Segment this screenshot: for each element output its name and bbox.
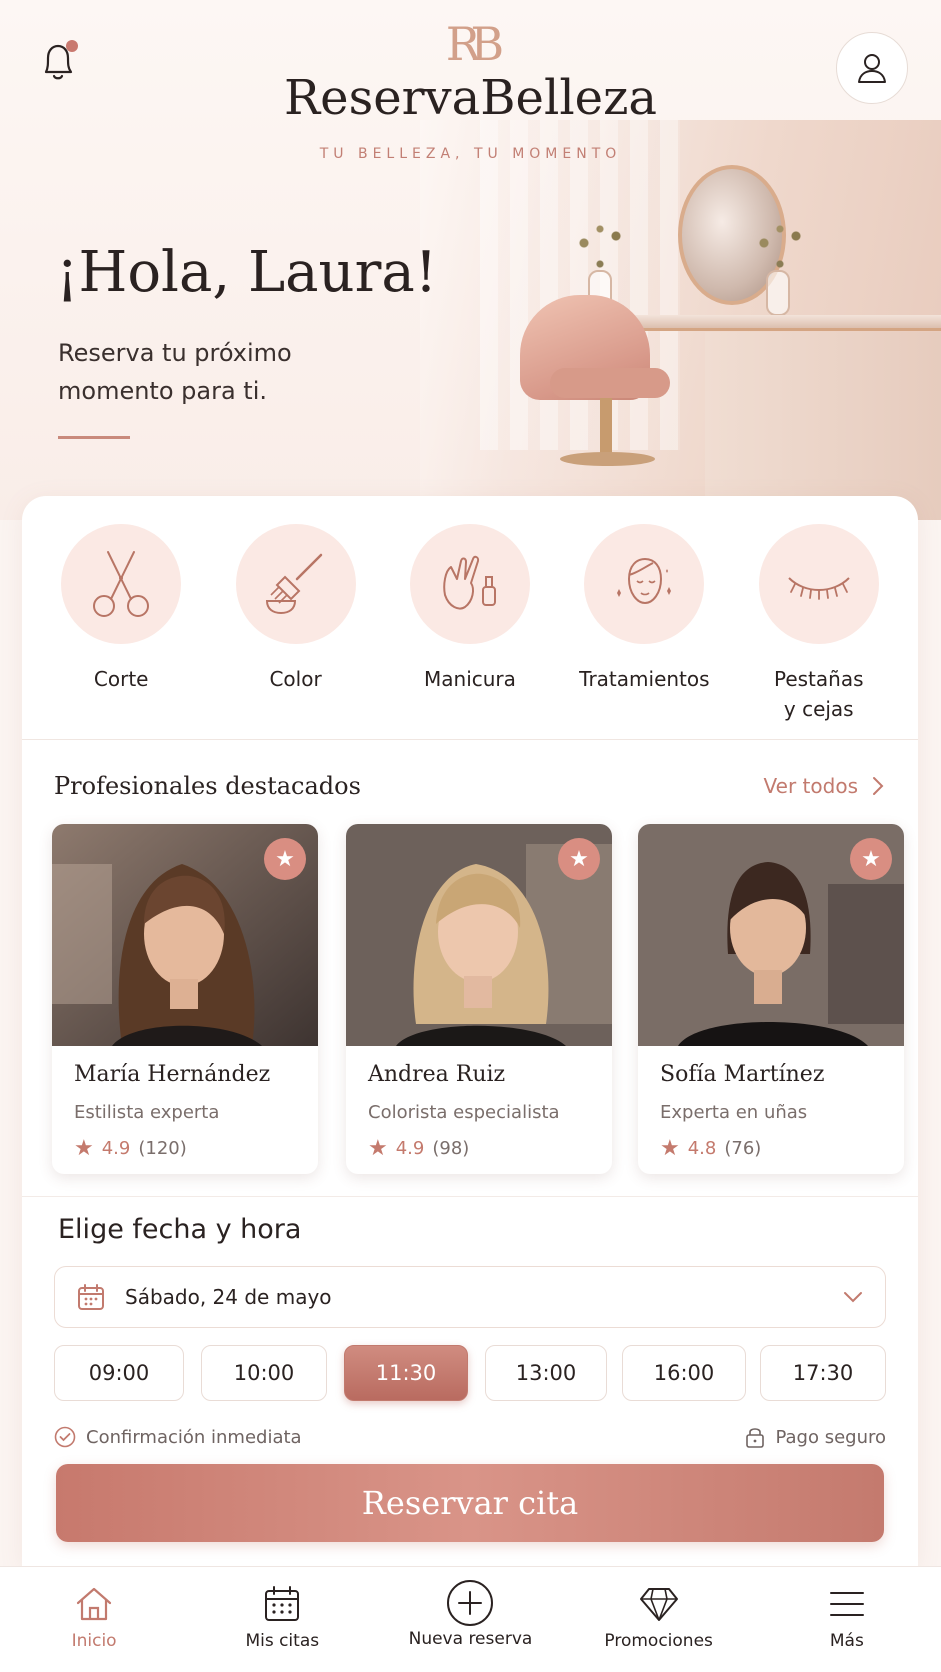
face-treatment-icon xyxy=(617,557,672,605)
instant-confirmation: Confirmación inmediata xyxy=(54,1426,302,1448)
user-icon xyxy=(858,54,886,83)
date-value: Sábado, 24 de mayo xyxy=(125,1285,332,1309)
calendar-icon xyxy=(265,1586,300,1621)
professional-card[interactable]: ★ María Hernández Estilista experta ★ 4.… xyxy=(52,824,318,1174)
scissors-icon xyxy=(93,551,150,617)
nav-nueva-reserva[interactable]: Nueva reserva xyxy=(390,1580,550,1672)
see-all-link[interactable]: Ver todos xyxy=(764,774,884,798)
plus-circle-icon xyxy=(447,1580,494,1626)
service-color[interactable]: Color xyxy=(210,524,382,739)
rating: ★ 4.9 (98) xyxy=(368,1136,470,1161)
professionals-header: Profesionales destacados Ver todos xyxy=(54,766,884,806)
hair-dye-brush-icon xyxy=(265,553,322,615)
service-pestanas[interactable]: Pestañas y cejas xyxy=(733,524,905,739)
time-slot[interactable]: 17:30 xyxy=(760,1345,886,1401)
profile-button[interactable] xyxy=(836,32,908,104)
time-slots: 09:00 10:00 11:30 13:00 16:00 17:30 xyxy=(54,1345,886,1403)
greeting-title: ¡Hola, Laura! xyxy=(56,240,438,305)
star-icon: ★ xyxy=(74,1136,94,1161)
notification-badge xyxy=(66,40,78,52)
logo-monogram: RB xyxy=(445,17,504,71)
time-slot[interactable]: 13:00 xyxy=(485,1345,607,1401)
professional-card[interactable]: ★ Sofía Martínez Experta en uñas ★ 4.8 (… xyxy=(638,824,904,1174)
professionals-title: Profesionales destacados xyxy=(54,772,361,800)
featured-star-icon: ★ xyxy=(558,838,600,880)
bottom-navigation: Inicio Mis citas Nueva reserva Promocion… xyxy=(0,1566,941,1672)
greeting-subtitle: Reserva tu próximo momento para ti. xyxy=(58,339,292,405)
time-slot-selected[interactable]: 11:30 xyxy=(344,1345,468,1401)
manicure-hand-icon xyxy=(443,555,496,610)
chevron-right-icon xyxy=(873,777,884,795)
rating: ★ 4.8 (76) xyxy=(660,1136,762,1161)
booking-title: Elige fecha y hora xyxy=(58,1214,302,1245)
home-icon xyxy=(76,1587,112,1621)
professional-card[interactable]: ★ Andrea Ruiz Colorista especialista ★ 4… xyxy=(346,824,612,1174)
lock-icon xyxy=(746,1428,765,1448)
nav-promociones[interactable]: Promociones xyxy=(579,1585,739,1672)
section-divider xyxy=(22,1196,918,1197)
check-circle-icon xyxy=(54,1426,76,1448)
professionals-list: ★ María Hernández Estilista experta ★ 4.… xyxy=(52,824,904,1176)
featured-star-icon: ★ xyxy=(850,838,892,880)
salon-illustration xyxy=(420,120,941,520)
service-manicura[interactable]: Manicura xyxy=(384,524,556,739)
star-icon: ★ xyxy=(660,1136,680,1161)
nav-mis-citas[interactable]: Mis citas xyxy=(202,1585,362,1672)
featured-star-icon: ★ xyxy=(264,838,306,880)
nav-inicio[interactable]: Inicio xyxy=(14,1585,174,1672)
book-appointment-button[interactable]: Reservar cita xyxy=(56,1464,884,1542)
service-corte[interactable]: Corte xyxy=(35,524,207,739)
service-categories: Corte Color Manicura Tratamientos Pestañ… xyxy=(22,496,918,740)
hero-section: RB ReservaBelleza TU BELLEZA, TU MOMENTO… xyxy=(0,0,941,520)
accent-divider xyxy=(58,436,130,439)
time-slot[interactable]: 10:00 xyxy=(201,1345,327,1401)
secure-payment: Pago seguro xyxy=(745,1425,886,1449)
chevron-down-icon xyxy=(844,1292,862,1303)
rating: ★ 4.9 (120) xyxy=(74,1136,187,1161)
nav-mas[interactable]: Más xyxy=(767,1585,927,1672)
booking-assurance: Confirmación inmediata Pago seguro xyxy=(54,1422,886,1452)
time-slot[interactable]: 16:00 xyxy=(622,1345,746,1401)
menu-icon xyxy=(829,1592,864,1616)
calendar-icon xyxy=(78,1284,104,1310)
brand-tagline: TU BELLEZA, TU MOMENTO xyxy=(319,146,622,162)
diamond-icon xyxy=(639,1588,678,1621)
date-select[interactable]: Sábado, 24 de mayo xyxy=(54,1266,886,1328)
time-slot[interactable]: 09:00 xyxy=(54,1345,184,1401)
eyelash-icon xyxy=(788,577,850,600)
brand-name: ReservaBelleza xyxy=(284,70,657,126)
star-icon: ★ xyxy=(368,1136,388,1161)
service-tratamientos[interactable]: Tratamientos xyxy=(558,524,730,739)
